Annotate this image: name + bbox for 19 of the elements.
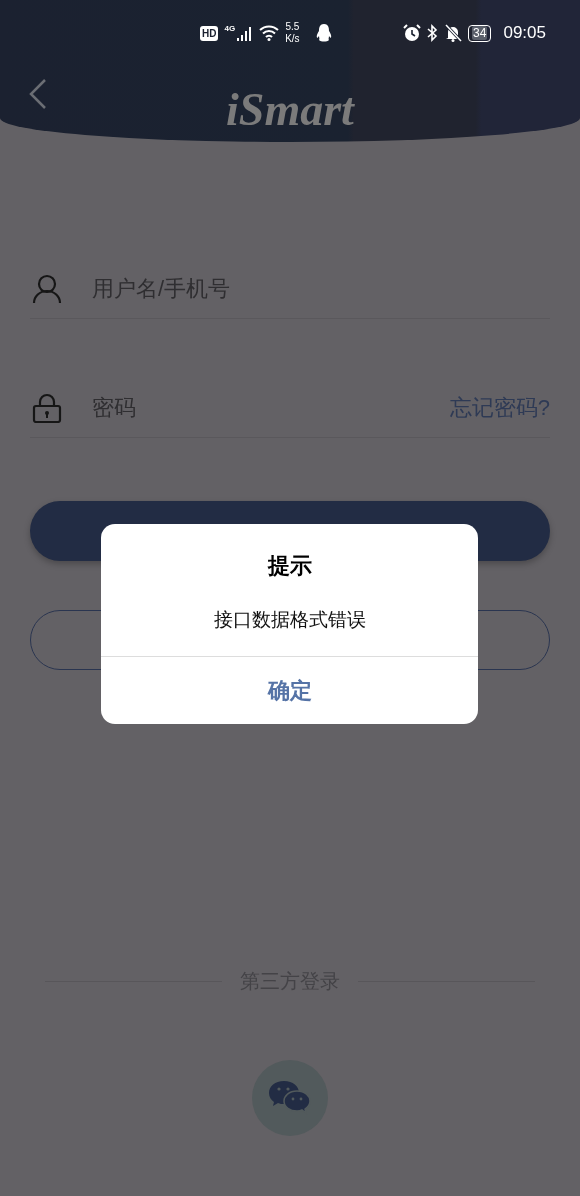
back-icon[interactable] (28, 78, 48, 110)
lock-icon (32, 393, 62, 423)
wifi-icon (259, 25, 280, 41)
signal-icon (237, 25, 254, 41)
bell-off-icon (444, 24, 463, 42)
app-logo: iSmart (226, 86, 354, 134)
speed-value: 5.5 (285, 21, 300, 33)
confirm-button[interactable]: 确定 (101, 657, 478, 724)
clock-time: 09:05 (503, 23, 546, 43)
alarm-icon (403, 24, 422, 42)
dialog-title: 提示 (266, 552, 313, 580)
bluetooth-icon (427, 24, 439, 42)
dialog-message: 接口数据格式错误 (101, 607, 478, 657)
network-type: 4G (224, 23, 236, 33)
hd-badge: HD (200, 25, 219, 41)
penguin-icon (315, 24, 332, 42)
speed-unit: K/s (285, 33, 300, 45)
battery-indicator: 34 (468, 24, 492, 42)
user-icon (32, 274, 62, 304)
